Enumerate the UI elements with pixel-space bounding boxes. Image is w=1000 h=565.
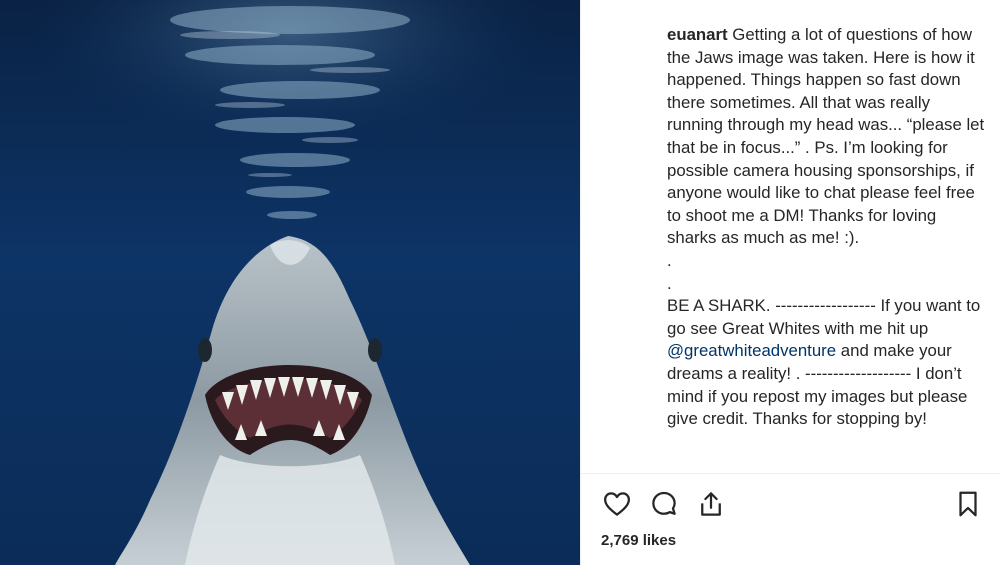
bookmark-icon (959, 491, 977, 517)
mention-link[interactable]: @greatwhiteadventure (667, 341, 836, 360)
likes-count[interactable]: 2,769 likes (601, 532, 676, 549)
divider (581, 473, 1000, 474)
caption-username-link[interactable]: euanart (667, 25, 728, 44)
caption-text: BE A SHARK. ------------------ If you wa… (667, 296, 981, 338)
post-sidebar: euanart Getting a lot of questions of ho… (580, 0, 1000, 565)
heart-icon (604, 492, 630, 516)
share-icon (701, 492, 721, 516)
comment-button[interactable] (644, 484, 684, 524)
caption-text: Getting a lot of questions of how the Ja… (667, 25, 985, 248)
instagram-post: euanart Getting a lot of questions of ho… (0, 0, 1000, 565)
like-button[interactable] (597, 484, 637, 524)
comment-icon (652, 491, 676, 515)
action-bar (581, 484, 1000, 528)
caption-dot: . (667, 273, 672, 293)
share-button[interactable] (691, 484, 731, 524)
caption-dot: . (667, 250, 672, 270)
save-button[interactable] (948, 484, 988, 524)
shark-photo (0, 0, 580, 565)
post-image[interactable] (0, 0, 580, 565)
post-caption: euanart Getting a lot of questions of ho… (667, 24, 987, 467)
